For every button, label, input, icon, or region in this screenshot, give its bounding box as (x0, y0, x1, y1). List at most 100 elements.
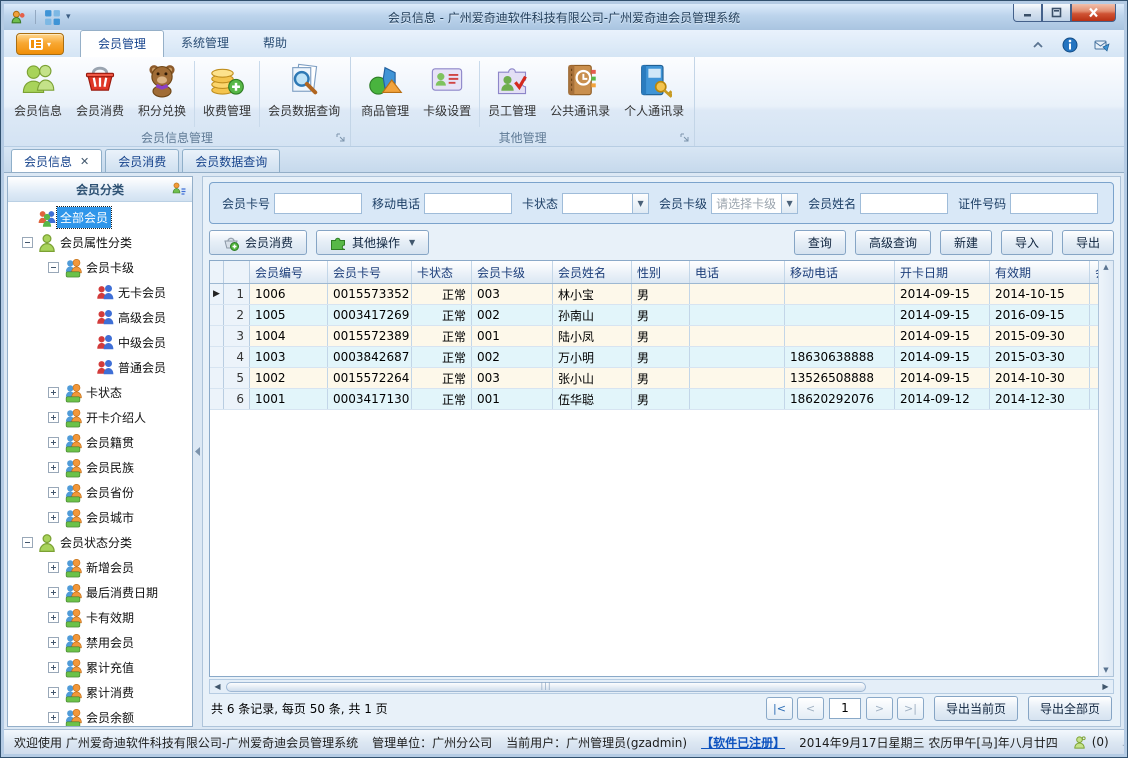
filter-select[interactable]: ▼ (562, 192, 650, 214)
tree-item[interactable]: 最后消费日期 (8, 580, 192, 605)
export-all-pages-button[interactable]: 导出全部页 (1027, 695, 1112, 721)
tree-item[interactable]: 会员民族 (8, 455, 192, 480)
tree-item[interactable]: 禁用会员 (8, 630, 192, 655)
filter-input[interactable] (860, 192, 949, 214)
collapse-ribbon-icon[interactable] (1030, 37, 1046, 53)
ribbon-button[interactable]: 收费管理 (196, 59, 258, 129)
document-tab[interactable]: 会员数据查询 (182, 149, 281, 172)
tree-item[interactable]: 卡状态 (8, 380, 192, 405)
chevron-down-icon[interactable]: ▾ (66, 12, 71, 22)
online-user-icon[interactable] (1072, 735, 1087, 750)
chevron-down-icon[interactable]: ▼ (632, 192, 650, 214)
vertical-scrollbar[interactable]: ▲ ▼ (1098, 260, 1114, 677)
scroll-up-icon[interactable]: ▲ (1103, 263, 1108, 271)
tree-item[interactable]: 会员卡级 (8, 255, 192, 280)
tree-item[interactable]: 开卡介绍人 (8, 405, 192, 430)
chevron-down-icon[interactable]: ▼ (781, 192, 799, 214)
grid-header-cell[interactable]: 会员编号 (250, 261, 328, 283)
document-tab[interactable]: 会员消费 (105, 149, 180, 172)
ribbon-tab[interactable]: 系统管理 (164, 30, 246, 57)
minimize-button[interactable] (1013, 4, 1042, 22)
expand-toggle[interactable] (48, 412, 59, 423)
document-tab[interactable]: 会员信息 ✕ (11, 149, 103, 172)
tree-item[interactable]: 会员籍贯 (8, 430, 192, 455)
ribbon-button[interactable]: 卡级设置 (416, 59, 478, 129)
query-button[interactable]: 查询 (793, 230, 846, 255)
close-button[interactable] (1071, 4, 1116, 22)
grid-header-cell[interactable]: 开卡日期 (895, 261, 990, 283)
tree-item[interactable]: 累计充值 (8, 655, 192, 680)
tree-item[interactable]: 中级会员 (8, 330, 192, 355)
expand-toggle[interactable] (48, 587, 59, 598)
mail-help-icon[interactable] (1094, 37, 1110, 53)
grid-header-cell[interactable]: 会员卡级 (472, 261, 553, 283)
info-icon[interactable] (1062, 37, 1078, 53)
ribbon-button[interactable]: 积分兑换 (131, 59, 193, 129)
export-button[interactable]: 导出 (1061, 230, 1114, 255)
tree-item[interactable]: 高级会员 (8, 305, 192, 330)
import-button[interactable]: 导入 (1000, 230, 1053, 255)
filter-input[interactable] (1010, 192, 1099, 214)
next-page-button[interactable]: > (865, 696, 893, 720)
tree-item[interactable]: 普通会员 (8, 355, 192, 380)
tree-item[interactable]: 会员城市 (8, 505, 192, 530)
grid-header-cell[interactable]: 移动电话 (785, 261, 895, 283)
tree-item[interactable]: 会员省份 (8, 480, 192, 505)
maximize-button[interactable] (1042, 4, 1071, 22)
filter-select[interactable]: 请选择卡级 ▼ (711, 192, 799, 214)
table-row[interactable]: 2 1005 0003417269 正常 002 孙南山男 2014-09-15 2016-0… (210, 305, 1098, 326)
app-menu-button[interactable]: ▾ (16, 33, 64, 55)
expand-toggle[interactable] (48, 712, 59, 723)
page-input[interactable] (828, 697, 861, 719)
first-page-button[interactable]: |< (765, 696, 793, 720)
expand-toggle[interactable] (48, 662, 59, 673)
member-consume-button[interactable]: 会员消费 (209, 230, 308, 255)
ribbon-button[interactable]: 会员数据查询 (261, 59, 347, 129)
ribbon-tab[interactable]: 会员管理 (80, 30, 165, 57)
table-row[interactable]: ▶ 1 1006 0015573352 正常 003 林小宝男 2014-09-15 2014-… (210, 284, 1098, 305)
scroll-right-icon[interactable]: ▶ (1099, 682, 1112, 691)
ribbon-button[interactable]: 会员消费 (69, 59, 131, 129)
expand-toggle[interactable] (48, 687, 59, 698)
grid-header-cell[interactable]: 会员姓名 (553, 261, 632, 283)
grid-header-cell[interactable]: 会员卡号 (328, 261, 412, 283)
expand-toggle[interactable] (48, 437, 59, 448)
resize-grip[interactable]: ⋰⋰ (1122, 737, 1124, 748)
ribbon-button[interactable]: 公共通讯录 (543, 59, 617, 129)
dialog-launcher-icon[interactable] (680, 132, 690, 142)
register-status-link[interactable]: 【软件已注册】 (701, 734, 785, 751)
horizontal-scrollbar[interactable]: ◀ ▶ (209, 679, 1114, 694)
last-page-button[interactable]: >| (896, 696, 924, 720)
tree-item[interactable]: 会员状态分类 (8, 530, 192, 555)
filter-input[interactable] (424, 192, 513, 214)
table-row[interactable]: 5 1002 0015572264 正常 003 张小山男 13526508888 2014-… (210, 368, 1098, 389)
expand-toggle[interactable] (22, 237, 33, 248)
expand-toggle[interactable] (48, 387, 59, 398)
tree-item[interactable]: 卡有效期 (8, 605, 192, 630)
expand-toggle[interactable] (48, 462, 59, 473)
layout-grid-icon[interactable] (44, 9, 61, 26)
tab-close-icon[interactable]: ✕ (80, 155, 89, 168)
expand-toggle[interactable] (48, 487, 59, 498)
scroll-down-icon[interactable]: ▼ (1103, 666, 1108, 674)
ribbon-button[interactable]: 会员信息 (7, 59, 69, 129)
tree-item[interactable]: 累计消费 (8, 680, 192, 705)
expand-toggle[interactable] (48, 262, 59, 273)
new-button[interactable]: 新建 (939, 230, 992, 255)
export-current-page-button[interactable]: 导出当前页 (933, 695, 1018, 721)
member-list-icon[interactable] (171, 181, 187, 197)
sidebar-splitter[interactable] (193, 176, 202, 727)
tree-item[interactable]: 全部会员 (8, 205, 192, 230)
tree-item[interactable]: 会员余额 (8, 705, 192, 726)
grid-header-cell[interactable]: 性别 (632, 261, 690, 283)
ribbon-tab[interactable]: 帮助 (246, 30, 304, 57)
expand-toggle[interactable] (48, 612, 59, 623)
grid-header-cell[interactable]: 会员 (1090, 261, 1098, 283)
ribbon-button[interactable]: 个人通讯录 (617, 59, 691, 129)
filter-input[interactable] (274, 192, 363, 214)
prev-page-button[interactable]: < (796, 696, 824, 720)
ribbon-button[interactable]: 商品管理 (354, 59, 416, 129)
expand-toggle[interactable] (48, 512, 59, 523)
table-row[interactable]: 3 1004 0015572389 正常 001 陆小凤男 2014-09-15 2015-0… (210, 326, 1098, 347)
grid-header-cell[interactable]: 卡状态 (412, 261, 472, 283)
